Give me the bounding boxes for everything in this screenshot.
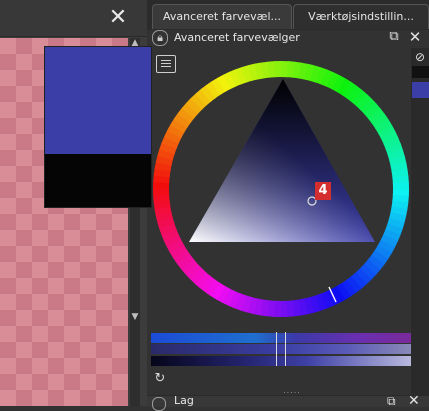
recent-color-swatch[interactable]	[412, 66, 429, 78]
no-color-icon[interactable]: ⊘	[413, 50, 427, 64]
scroll-down-icon[interactable]: ▼	[130, 312, 140, 322]
foreground-color-swatch[interactable]	[45, 47, 151, 154]
close-docker-icon[interactable]: ✕	[408, 29, 422, 45]
close-icon[interactable]: ✕	[104, 4, 132, 32]
layers-docker-title: Lag	[174, 394, 194, 406]
docker-title: Avanceret farvevælger	[174, 31, 300, 44]
hue-ring-segment[interactable]	[392, 182, 409, 191]
background-color-swatch[interactable]	[45, 154, 151, 207]
resize-grip[interactable]: .....	[282, 387, 302, 395]
float-docker-icon[interactable]: ⧉	[387, 394, 401, 406]
close-docker-icon[interactable]: ✕	[408, 394, 422, 406]
recent-color-swatch[interactable]	[412, 82, 429, 98]
docker-tab-bar: Avanceret farvevæl... Værktøjsindstillin…	[147, 0, 429, 30]
tab-tool-options[interactable]: Værktøjsindstillin...	[293, 4, 429, 29]
refresh-icon[interactable]: ↻	[153, 372, 167, 386]
hue-triangle-selector[interactable]	[151, 59, 411, 319]
side-strip	[411, 48, 429, 406]
lock-icon[interactable]: 🔒︎	[152, 30, 168, 46]
color-preview	[44, 46, 152, 208]
float-docker-icon[interactable]: ⧉	[387, 30, 401, 44]
callout-number-badge: 4	[315, 182, 331, 200]
lock-icon[interactable]	[152, 397, 166, 411]
slider-handle[interactable]	[276, 332, 286, 366]
tab-advanced-color-selector[interactable]: Avanceret farvevæl...	[152, 4, 292, 29]
saturation-value-triangle[interactable]	[189, 79, 375, 242]
